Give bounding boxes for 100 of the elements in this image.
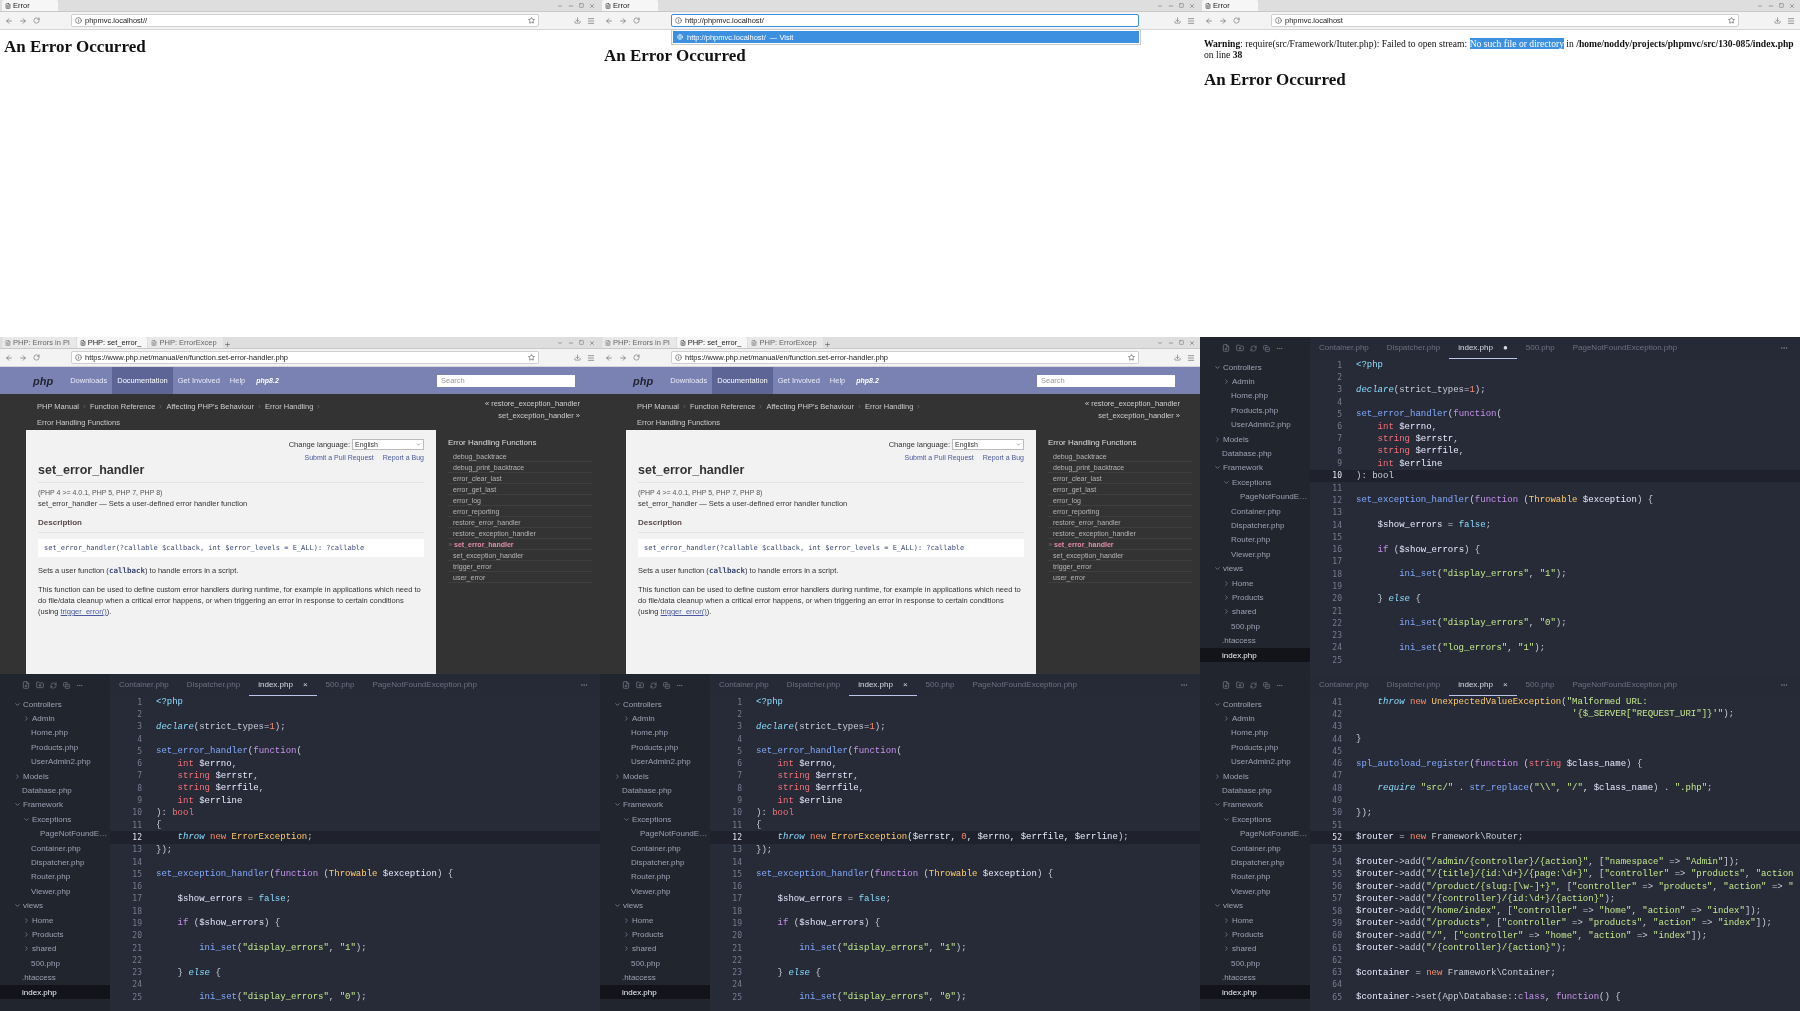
file-item[interactable]: index.php (1200, 647, 1310, 663)
folder-item[interactable]: Admin (600, 711, 710, 726)
refresh-icon[interactable] (50, 681, 57, 689)
folder-item[interactable]: Models (600, 768, 710, 784)
file-item[interactable]: Dispatcher.php (1200, 518, 1310, 533)
file-item[interactable]: Database.php (0, 783, 110, 798)
file-item[interactable]: Database.php (1200, 446, 1310, 461)
folder-item[interactable]: Admin (1200, 711, 1310, 726)
file-item[interactable]: 500.php (1200, 619, 1310, 634)
file-item[interactable]: index.php (1200, 984, 1310, 1000)
file-item[interactable]: Router.php (1200, 532, 1310, 548)
file-item[interactable]: PageNotFoundE… (1200, 489, 1310, 504)
folder-item[interactable]: Controllers (1200, 360, 1310, 375)
forward-icon[interactable] (1219, 16, 1227, 25)
folder-item[interactable]: Exceptions (0, 812, 110, 827)
folder-item[interactable]: shared (0, 941, 110, 957)
tab-marker[interactable]: × (902, 680, 908, 689)
folder-item[interactable]: Framework (1200, 797, 1310, 813)
file-item[interactable]: Products.php (1200, 403, 1310, 418)
more-icon[interactable] (580, 681, 588, 689)
php-logo[interactable]: php (633, 374, 654, 387)
file-item[interactable]: .htaccess (0, 970, 110, 985)
forward-icon[interactable] (619, 353, 627, 362)
new-file-icon[interactable] (22, 681, 30, 689)
file-item[interactable]: 500.php (600, 956, 710, 971)
new-folder-icon[interactable] (1236, 681, 1244, 689)
file-item[interactable]: Products.php (0, 740, 110, 755)
folder-item[interactable]: shared (1200, 941, 1310, 957)
back-icon[interactable] (605, 353, 613, 362)
file-item[interactable]: Container.php (1200, 503, 1310, 519)
download-icon[interactable] (574, 17, 581, 24)
reload-icon[interactable] (633, 354, 640, 361)
file-item[interactable]: Dispatcher.php (600, 855, 710, 870)
file-item[interactable]: Home.php (1200, 388, 1310, 404)
back-icon[interactable] (1205, 16, 1213, 25)
chevron-down-icon[interactable] (557, 2, 563, 9)
file-item[interactable]: Dispatcher.php (1200, 855, 1310, 870)
menu-icon[interactable] (1787, 16, 1795, 25)
file-item[interactable]: Database.php (600, 783, 710, 798)
file-item[interactable]: Container.php (0, 840, 110, 856)
minimize-icon[interactable] (1168, 339, 1174, 346)
file-item[interactable]: Products.php (1200, 740, 1310, 755)
maximize-icon[interactable] (579, 340, 584, 345)
back-icon[interactable] (5, 16, 13, 25)
minimize-icon[interactable] (1768, 2, 1774, 9)
folder-item[interactable]: shared (600, 941, 710, 957)
folder-item[interactable]: Models (1200, 431, 1310, 447)
refresh-icon[interactable] (1250, 344, 1257, 352)
folder-item[interactable]: Framework (1200, 460, 1310, 476)
forward-icon[interactable] (19, 16, 27, 25)
file-item[interactable]: PageNotFoundE… (600, 826, 710, 841)
close-icon[interactable] (589, 2, 595, 9)
chevron-down-icon[interactable] (1757, 2, 1763, 9)
folder-item[interactable]: Models (1200, 768, 1310, 784)
file-item[interactable]: Viewer.php (0, 884, 110, 899)
file-item[interactable]: UserAdmin2.php (600, 754, 710, 769)
folder-item[interactable]: shared (1200, 604, 1310, 620)
folder-item[interactable]: Exceptions (1200, 475, 1310, 490)
folder-item[interactable]: Home (1200, 912, 1310, 928)
star-icon[interactable] (1728, 17, 1735, 24)
folder-item[interactable]: Framework (0, 797, 110, 813)
download-icon[interactable] (574, 354, 581, 361)
maximize-icon[interactable] (1179, 340, 1184, 345)
folder-item[interactable]: Framework (600, 797, 710, 813)
menu-icon[interactable] (587, 353, 595, 362)
file-item[interactable]: Container.php (1200, 840, 1310, 856)
close-icon[interactable] (1789, 2, 1795, 9)
folder-item[interactable]: Exceptions (600, 812, 710, 827)
star-icon[interactable] (528, 17, 535, 24)
new-folder-icon[interactable] (1236, 344, 1244, 352)
file-item[interactable]: Viewer.php (1200, 884, 1310, 899)
folder-item[interactable]: views (1200, 561, 1310, 576)
back-icon[interactable] (605, 16, 613, 25)
folder-item[interactable]: views (1200, 898, 1310, 913)
file-item[interactable]: Router.php (1200, 869, 1310, 885)
menu-icon[interactable] (587, 16, 595, 25)
refresh-icon[interactable] (650, 681, 657, 689)
forward-icon[interactable] (619, 16, 627, 25)
maximize-icon[interactable] (579, 3, 584, 8)
more-icon[interactable] (1180, 681, 1188, 689)
file-item[interactable]: Products.php (600, 740, 710, 755)
file-item[interactable]: Router.php (0, 869, 110, 885)
new-folder-icon[interactable] (636, 681, 644, 689)
folder-item[interactable]: Controllers (0, 697, 110, 712)
file-item[interactable]: 500.php (1200, 956, 1310, 971)
folder-item[interactable]: Products (1200, 590, 1310, 605)
file-item[interactable]: .htaccess (1200, 633, 1310, 648)
file-item[interactable]: .htaccess (600, 970, 710, 985)
new-file-icon[interactable] (1222, 344, 1230, 352)
folder-item[interactable]: Controllers (600, 697, 710, 712)
file-item[interactable]: Database.php (1200, 783, 1310, 798)
collapse-icon[interactable] (1263, 681, 1270, 689)
folder-item[interactable]: Home (1200, 575, 1310, 591)
new-file-icon[interactable] (1222, 681, 1230, 689)
file-item[interactable]: Home.php (1200, 725, 1310, 741)
refresh-icon[interactable] (1250, 681, 1257, 689)
folder-item[interactable]: Controllers (1200, 697, 1310, 712)
file-item[interactable]: Viewer.php (600, 884, 710, 899)
file-item[interactable]: PageNotFoundE… (0, 826, 110, 841)
file-item[interactable]: Router.php (600, 869, 710, 885)
